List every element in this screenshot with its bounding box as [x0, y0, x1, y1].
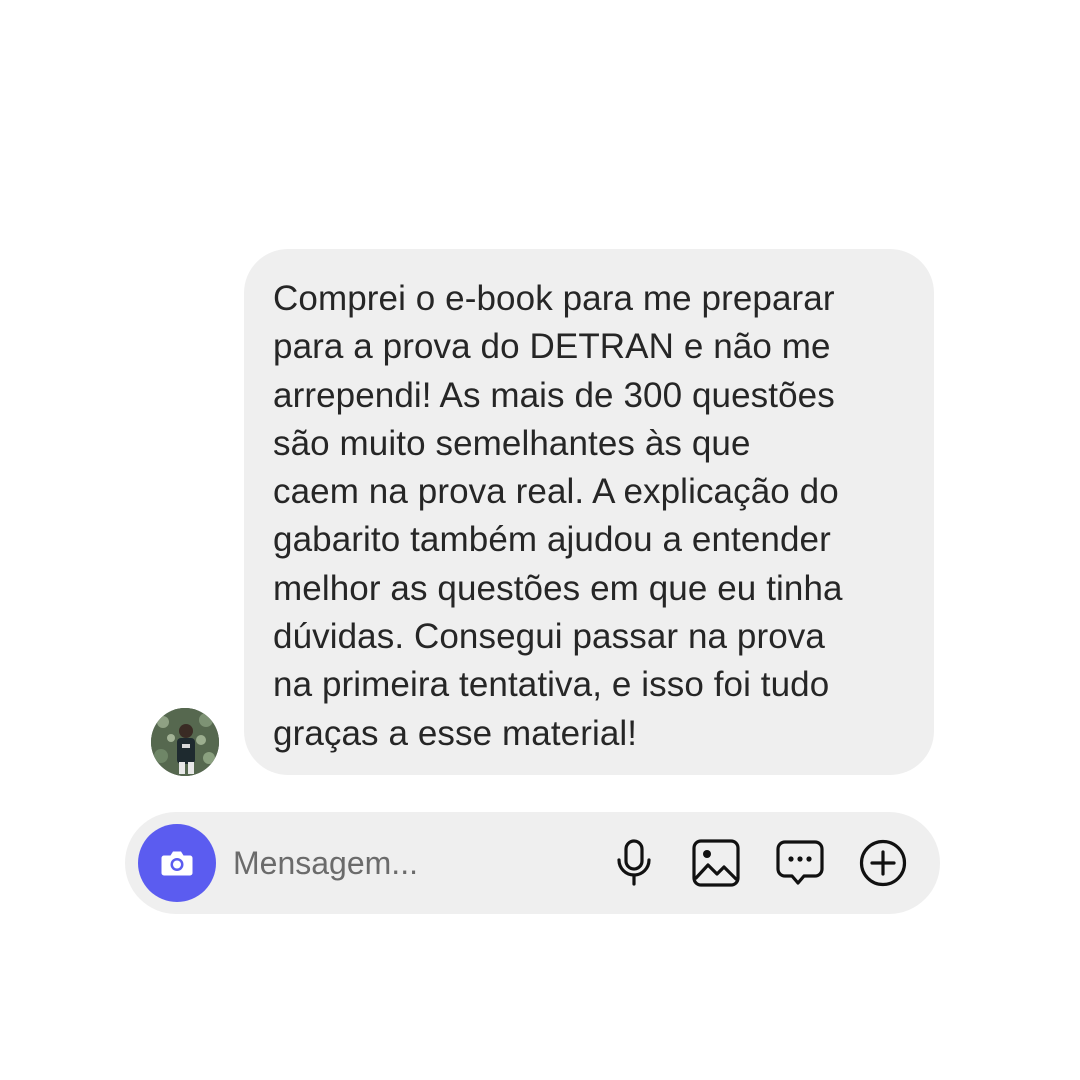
message-line: para a prova do DETRAN e não me — [273, 327, 831, 367]
message-text: Comprei o e-book para me preparar para a… — [273, 275, 904, 758]
camera-button[interactable] — [138, 824, 216, 902]
message-line: dúvidas. Consegui passar na prova — [273, 617, 825, 657]
profile-photo-icon — [151, 708, 219, 776]
message-line: na primeira tentativa, e isso foi tudo — [273, 665, 830, 705]
dm-thread: Comprei o e-book para me preparar para a… — [0, 0, 1080, 1080]
message-line: caem na prova real. A explicação do — [273, 472, 839, 512]
message-bubble[interactable]: Comprei o e-book para me preparar para a… — [244, 249, 934, 775]
gallery-button[interactable] — [691, 838, 741, 888]
sticker-button[interactable] — [775, 838, 825, 888]
message-line: melhor as questões em que eu tinha — [273, 568, 843, 608]
chat-bubble-dots-icon — [776, 840, 824, 885]
message-input[interactable] — [233, 836, 593, 890]
message-line: arrependi! As mais de 300 questões — [273, 375, 835, 415]
message-line: gabarito também ajudou a entender — [273, 520, 831, 560]
add-button[interactable] — [858, 838, 908, 888]
gallery-icon — [692, 839, 740, 887]
avatar[interactable] — [151, 708, 219, 776]
message-composer — [125, 812, 940, 914]
microphone-button[interactable] — [609, 838, 659, 888]
message-line: Comprei o e-book para me preparar — [273, 279, 835, 318]
message-line: graças a esse material! — [273, 713, 638, 753]
message-line: são muito semelhantes às que — [273, 423, 751, 463]
plus-circle-icon — [859, 839, 907, 887]
microphone-icon — [617, 839, 651, 886]
camera-icon — [161, 851, 193, 876]
